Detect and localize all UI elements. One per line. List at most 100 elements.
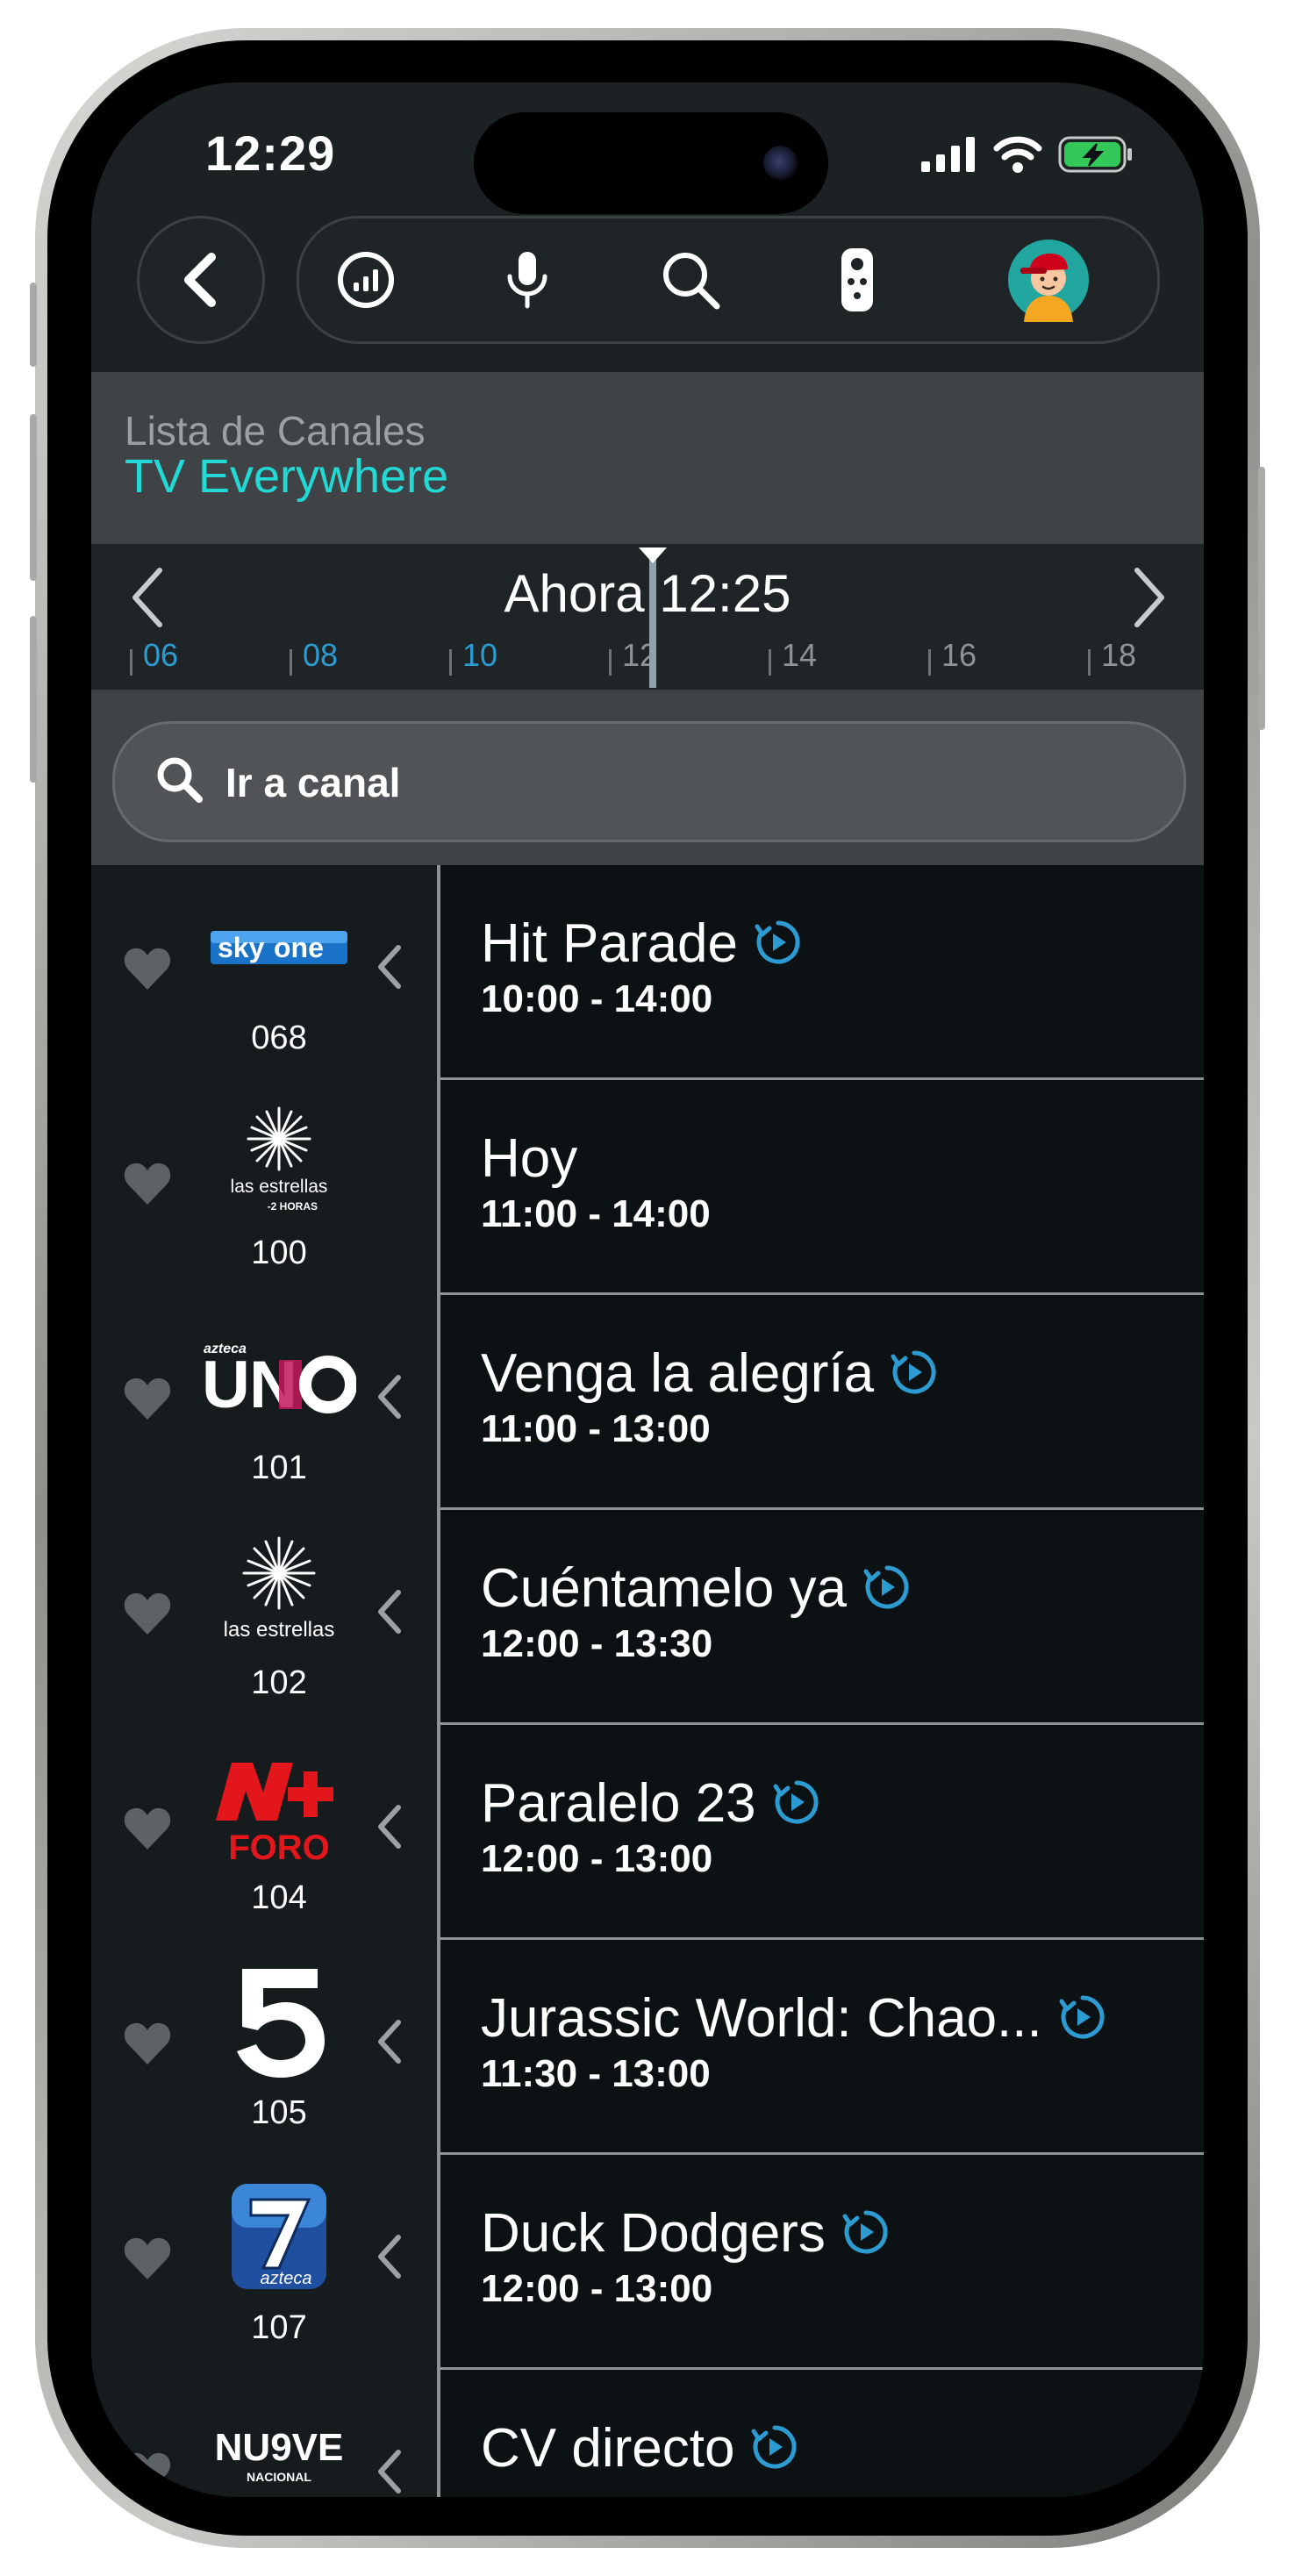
channel-logo-las-estrellas-2h: las estrellas -2 HORAS <box>193 1105 365 1219</box>
svg-text:sky: sky <box>218 932 265 963</box>
heart-icon[interactable] <box>123 1591 172 1636</box>
svg-text:*: * <box>274 2029 288 2060</box>
channel-number: 105 <box>251 2094 307 2131</box>
channel-row[interactable]: NU9VE NACIONAL CV directo <box>91 2370 1204 2497</box>
replay-icon[interactable] <box>841 2207 891 2257</box>
channel-number: 104 <box>251 1879 307 1916</box>
channel-row[interactable]: las estrellas 102 Cuéntamelo ya 12:00 - … <box>91 1510 1204 1725</box>
profile-avatar-button[interactable] <box>1006 238 1091 322</box>
channel-row[interactable]: FORO 104 Paralelo 23 12:00 - 13:00 <box>91 1725 1204 1940</box>
channel-search-input[interactable]: Ir a canal <box>112 721 1186 842</box>
chevron-left-icon[interactable] <box>374 1372 404 1421</box>
channel-cell: * 105 <box>91 1940 437 2155</box>
svg-text:azteca: azteca <box>261 2269 312 2288</box>
replay-icon[interactable] <box>890 1348 939 1397</box>
program-time: 11:00 - 14:00 <box>481 1192 711 1235</box>
program-title-line: Cuéntamelo ya <box>481 1557 912 1620</box>
chevron-left-icon[interactable] <box>374 2447 404 2496</box>
status-icons <box>921 135 1134 174</box>
program-title-line: Hit Parade <box>481 912 803 975</box>
voice-search-button[interactable] <box>494 247 561 313</box>
program-cell[interactable]: CV directo <box>440 2370 1204 2497</box>
search-bar-container: Ir a canal <box>91 690 1204 865</box>
replay-icon[interactable] <box>1058 1993 1107 2042</box>
channel-cell: las estrellas -2 HORAS 100 <box>91 1080 437 1295</box>
program-cell[interactable]: Hoy 11:00 - 14:00 <box>440 1080 1204 1295</box>
replay-icon[interactable] <box>772 1778 821 1827</box>
chevron-left-icon[interactable] <box>374 1802 404 1851</box>
program-time: 12:00 - 13:00 <box>481 1837 713 1880</box>
header-title: TV Everywhere <box>125 450 449 503</box>
heart-icon[interactable] <box>123 1806 172 1851</box>
program-title: Duck Dodgers <box>481 2203 826 2264</box>
search-button[interactable] <box>657 247 724 313</box>
back-button[interactable] <box>137 216 265 344</box>
program-time: 11:30 - 13:00 <box>481 2052 711 2095</box>
program-title-line: Paralelo 23 <box>481 1772 821 1835</box>
heart-icon[interactable] <box>123 2451 172 2496</box>
timeline[interactable]: Ahora 12:25 06 08 10 12 14 16 18 <box>91 544 1204 690</box>
program-title: Venga la alegría <box>481 1343 875 1404</box>
channel-row[interactable]: azteca U N 101 Venga la alegría 11:00 - … <box>91 1295 1204 1510</box>
program-cell[interactable]: Duck Dodgers 12:00 - 13:00 <box>440 2155 1204 2370</box>
timeline-tick: 16 <box>928 637 977 676</box>
channel-logo-azteca-uno: azteca U N <box>193 1320 365 1434</box>
svg-text:las estrellas: las estrellas <box>224 1618 335 1642</box>
program-title-line: Duck Dodgers <box>481 2202 891 2265</box>
heart-icon[interactable] <box>123 946 172 991</box>
svg-text:NU9VE: NU9VE <box>215 2426 344 2469</box>
chevron-left-icon[interactable] <box>374 2017 404 2066</box>
heart-icon[interactable] <box>123 1376 172 1421</box>
replay-icon[interactable] <box>862 1563 912 1612</box>
channel-cell: las estrellas 102 <box>91 1510 437 1725</box>
timeline-playhead[interactable] <box>649 556 656 688</box>
program-time: 12:00 - 13:30 <box>481 1622 713 1665</box>
channel-cell: azteca U N 101 <box>91 1295 437 1510</box>
program-cell[interactable]: Venga la alegría 11:00 - 13:00 <box>440 1295 1204 1510</box>
timeline-next-button[interactable] <box>1132 567 1167 633</box>
screen: 12:29 Lista de Canales TV Everywhere Aho… <box>91 82 1204 2497</box>
chevron-left-icon[interactable] <box>374 2232 404 2281</box>
svg-text:one: one <box>274 932 324 963</box>
channel-row[interactable]: azteca 107 Duck Dodgers 12:00 - 13:00 <box>91 2155 1204 2370</box>
azteca-uno-logo: azteca U N <box>202 1342 356 1416</box>
heart-icon[interactable] <box>123 2021 172 2066</box>
program-cell[interactable]: Cuéntamelo ya 12:00 - 13:30 <box>440 1510 1204 1725</box>
live-signal-button[interactable] <box>333 247 399 313</box>
las-estrellas-logo: las estrellas <box>224 1536 335 1642</box>
wifi-icon <box>993 136 1042 173</box>
channel-row[interactable]: sky one 068 Hit Parade 10:00 - 14:00 <box>91 865 1204 1080</box>
remote-button[interactable] <box>824 247 891 313</box>
chevron-right-icon <box>1134 568 1164 627</box>
channel-logo-n-foro: FORO <box>193 1750 365 1866</box>
channel-row[interactable]: * 105 Jurassic World: Chao... 11:30 - 13… <box>91 1940 1204 2155</box>
channel-cell: sky one 068 <box>91 865 437 1080</box>
heart-icon[interactable] <box>123 1161 172 1206</box>
replay-icon[interactable] <box>754 918 803 967</box>
program-cell[interactable]: Hit Parade 10:00 - 14:00 <box>440 865 1204 1080</box>
svg-text:FORO: FORO <box>228 1828 330 1866</box>
live-signal-icon <box>338 252 394 308</box>
channel-number: 107 <box>251 2309 307 2346</box>
timeline-tick: 06 <box>130 637 178 676</box>
program-cell[interactable]: Paralelo 23 12:00 - 13:00 <box>440 1725 1204 1940</box>
search-icon <box>663 253 720 310</box>
channel-cell: NU9VE NACIONAL <box>91 2370 437 2497</box>
chevron-left-icon[interactable] <box>374 1587 404 1636</box>
heart-icon[interactable] <box>123 2236 172 2281</box>
program-title: Hit Parade <box>481 913 738 974</box>
microphone-icon <box>507 252 547 309</box>
header-subtitle: Lista de Canales <box>125 408 426 454</box>
telecinco-logo: * <box>237 1969 325 2078</box>
channel-row[interactable]: las estrellas -2 HORAS 100 Hoy 11:00 - 1… <box>91 1080 1204 1295</box>
search-icon <box>157 757 203 803</box>
channel-logo-azteca-7: azteca <box>193 2179 365 2293</box>
program-cell[interactable]: Jurassic World: Chao... 11:30 - 13:00 <box>440 1940 1204 2155</box>
program-title-line: CV directo <box>481 2417 799 2479</box>
channel-cell: azteca 107 <box>91 2155 437 2370</box>
timeline-tick: 12 <box>609 637 657 676</box>
svg-text:U: U <box>202 1348 250 1416</box>
chevron-left-icon[interactable] <box>374 942 404 991</box>
program-title: Paralelo 23 <box>481 1773 756 1834</box>
replay-icon[interactable] <box>750 2422 799 2472</box>
